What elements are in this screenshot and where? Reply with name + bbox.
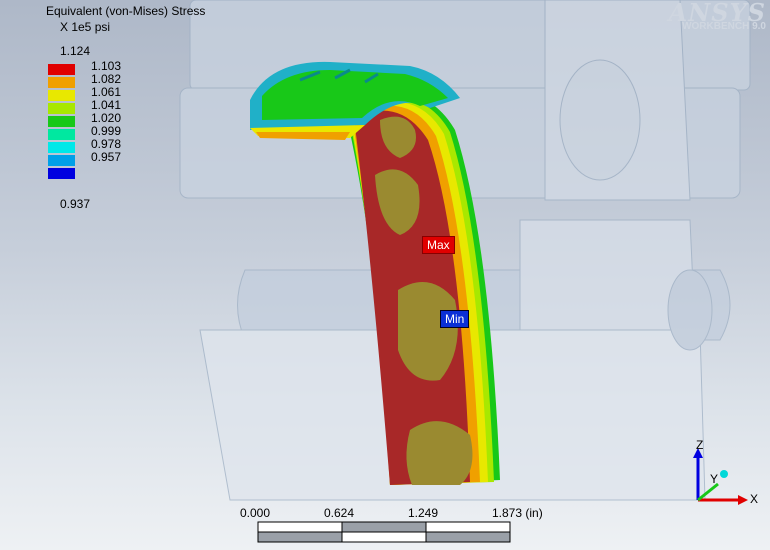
legend-band-label: 1.041 [91, 98, 122, 112]
legend-units: X 1e5 psi [60, 20, 111, 34]
triad-y-label: Y [710, 472, 719, 486]
legend-max-value: 1.124 [60, 44, 91, 58]
legend-band: 1.082 [48, 72, 121, 90]
legend-band-label: 1.103 [91, 59, 122, 73]
legend-swatch [48, 77, 75, 88]
legend-swatch [48, 64, 75, 75]
legend-band [48, 168, 88, 181]
legend-color-bands[interactable]: 1.103 1.082 1.061 1.041 1.020 0.999 0.97… [48, 59, 121, 181]
legend-band: 1.061 [48, 85, 121, 103]
legend-band: 0.978 [48, 137, 121, 155]
legend-swatch [48, 168, 75, 179]
scale-tick-label: 0.000 [240, 506, 271, 520]
legend-band: 1.020 [48, 111, 121, 129]
legend-min-value: 0.937 [60, 197, 91, 211]
scale-tick-label: 1.249 [408, 506, 439, 520]
legend-band-label: 0.957 [91, 150, 122, 164]
scale-tick-label: 1.873 (in) [492, 506, 543, 520]
triad-z-label: Z [696, 438, 704, 452]
legend-swatch [48, 116, 75, 127]
legend-band: 0.999 [48, 124, 121, 142]
scale-labels: 0.000 0.624 1.249 1.873 (in) [240, 506, 560, 546]
legend-swatch [48, 142, 75, 153]
triad-x-label: X [750, 492, 759, 506]
legend-swatch [48, 103, 75, 114]
legend-band: 1.041 [48, 98, 121, 116]
max-probe-label[interactable]: Max [422, 236, 455, 254]
legend-band-label: 1.082 [91, 72, 122, 86]
legend-band-label: 0.999 [91, 124, 122, 138]
legend-band-label: 0.978 [91, 137, 122, 151]
legend-swatch [48, 155, 75, 166]
legend-swatch [48, 129, 75, 140]
legend-band-label: 1.061 [91, 85, 122, 99]
legend-swatch [48, 90, 75, 101]
legend-title: Equivalent (von-Mises) Stress [46, 4, 206, 18]
ansys-logo: ANSYS WORKBENCH 9.0 [669, 0, 766, 32]
logo-sub-text: WORKBENCH 9.0 [682, 21, 766, 32]
axis-triad-labels: Z Y X [690, 438, 760, 518]
legend-band: 0.957 [48, 150, 121, 168]
legend-band-label: 1.020 [91, 111, 122, 125]
scale-tick-label: 0.624 [324, 506, 355, 520]
min-probe-label[interactable]: Min [440, 310, 470, 328]
legend-band: 1.103 [48, 59, 121, 77]
